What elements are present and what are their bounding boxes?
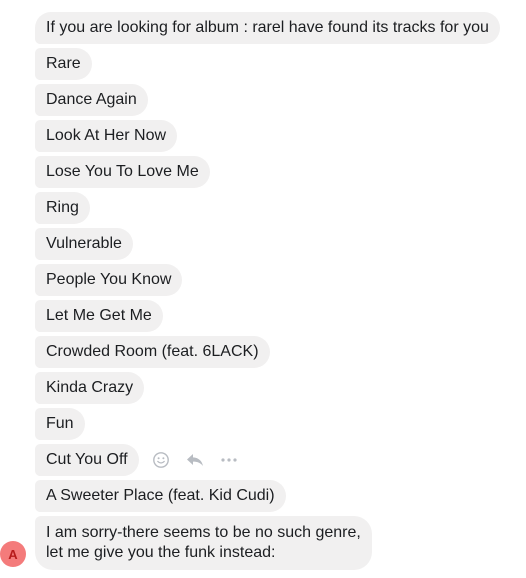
message-bubble[interactable]: Lose You To Love Me	[35, 156, 210, 188]
message-row: A Sweeter Place (feat. Kid Cudi)	[35, 480, 515, 512]
reply-icon[interactable]	[184, 449, 206, 471]
message-row: Look At Her Now	[35, 120, 515, 152]
more-icon[interactable]	[218, 449, 240, 471]
message-row: If you are looking for album : rarel hav…	[35, 12, 515, 44]
message-row: Vulnerable	[35, 228, 515, 260]
message-row-hovered: Cut You Off	[35, 444, 515, 476]
message-bubble[interactable]: Cut You Off	[35, 444, 139, 476]
message-bubble[interactable]: A Sweeter Place (feat. Kid Cudi)	[35, 480, 286, 512]
message-row: Dance Again	[35, 84, 515, 116]
message-bubble[interactable]: I am sorry-there seems to be no such gen…	[35, 516, 372, 570]
message-bubble[interactable]: Look At Her Now	[35, 120, 178, 152]
message-row: Crowded Room (feat. 6LACK)	[35, 336, 515, 368]
message-bubble[interactable]: If you are looking for album : rarel hav…	[35, 12, 500, 44]
message-bubble[interactable]: Fun	[35, 408, 85, 440]
message-row: Kinda Crazy	[35, 372, 515, 404]
message-thread: If you are looking for album : rarel hav…	[35, 12, 515, 574]
message-bubble[interactable]: Rare	[35, 48, 92, 80]
message-row: Rare	[35, 48, 515, 80]
avatar-letter: A	[8, 546, 18, 562]
message-row: People You Know	[35, 264, 515, 296]
message-row: Ring	[35, 192, 515, 224]
smiley-icon[interactable]	[150, 449, 172, 471]
message-row: Let Me Get Me	[35, 300, 515, 332]
message-bubble[interactable]: People You Know	[35, 264, 183, 296]
message-bubble[interactable]: Ring	[35, 192, 90, 224]
message-actions	[150, 449, 240, 471]
message-row: I am sorry-there seems to be no such gen…	[35, 516, 515, 570]
message-bubble[interactable]: Let Me Get Me	[35, 300, 163, 332]
message-row: Fun	[35, 408, 515, 440]
message-bubble[interactable]: Vulnerable	[35, 228, 133, 260]
message-bubble[interactable]: Crowded Room (feat. 6LACK)	[35, 336, 270, 368]
message-bubble[interactable]: Dance Again	[35, 84, 148, 116]
avatar[interactable]: A	[0, 541, 26, 567]
message-bubble[interactable]: Kinda Crazy	[35, 372, 145, 404]
message-row: Lose You To Love Me	[35, 156, 515, 188]
